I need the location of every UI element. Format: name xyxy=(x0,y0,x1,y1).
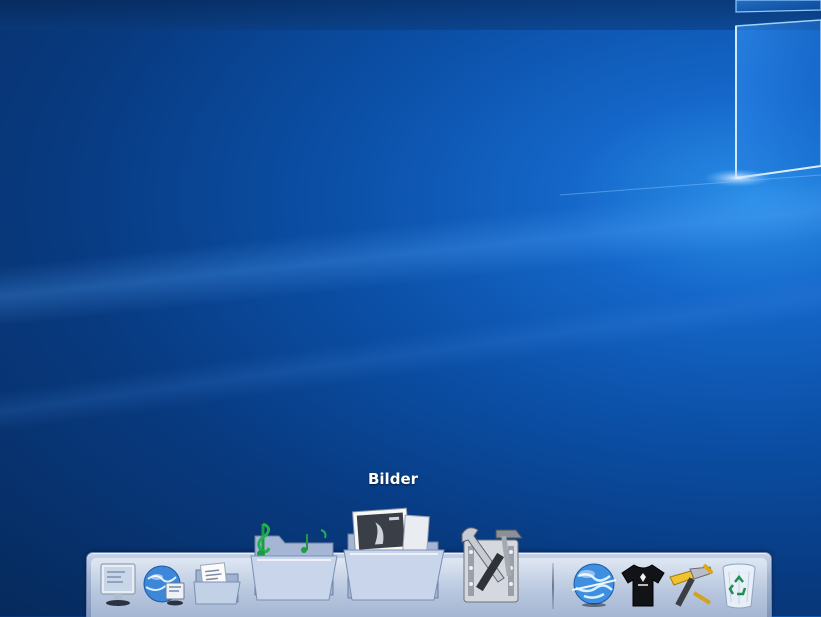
wallpaper-band xyxy=(0,0,821,30)
dock-item-network[interactable] xyxy=(142,563,188,607)
system-tools-icon xyxy=(461,527,523,603)
dock-item-system-tools[interactable] xyxy=(452,522,532,606)
dock-item-computer[interactable] xyxy=(98,562,138,608)
dock-item-documents[interactable] xyxy=(192,562,244,606)
internet-globe-icon xyxy=(571,563,617,607)
dock-item-tshirt[interactable] xyxy=(620,561,666,609)
pictures-folder-icon xyxy=(343,507,445,601)
dock-separator xyxy=(552,563,554,609)
documents-folder-icon xyxy=(193,562,241,605)
dock-item-pictures[interactable] xyxy=(342,506,448,604)
music-folder-icon xyxy=(250,522,338,601)
computer-icon xyxy=(100,563,136,606)
dock-item-internet[interactable] xyxy=(570,562,618,608)
dock-item-music[interactable] xyxy=(249,520,341,604)
dock-item-recycle-bin[interactable] xyxy=(718,560,760,610)
dock-tooltip: Bilder xyxy=(367,470,419,488)
network-icon xyxy=(143,565,185,606)
dock-item-hammer-tools[interactable] xyxy=(664,563,716,609)
tshirt-icon xyxy=(621,564,665,607)
recycle-bin-icon xyxy=(722,563,756,609)
hammer-tools-icon xyxy=(669,563,714,607)
